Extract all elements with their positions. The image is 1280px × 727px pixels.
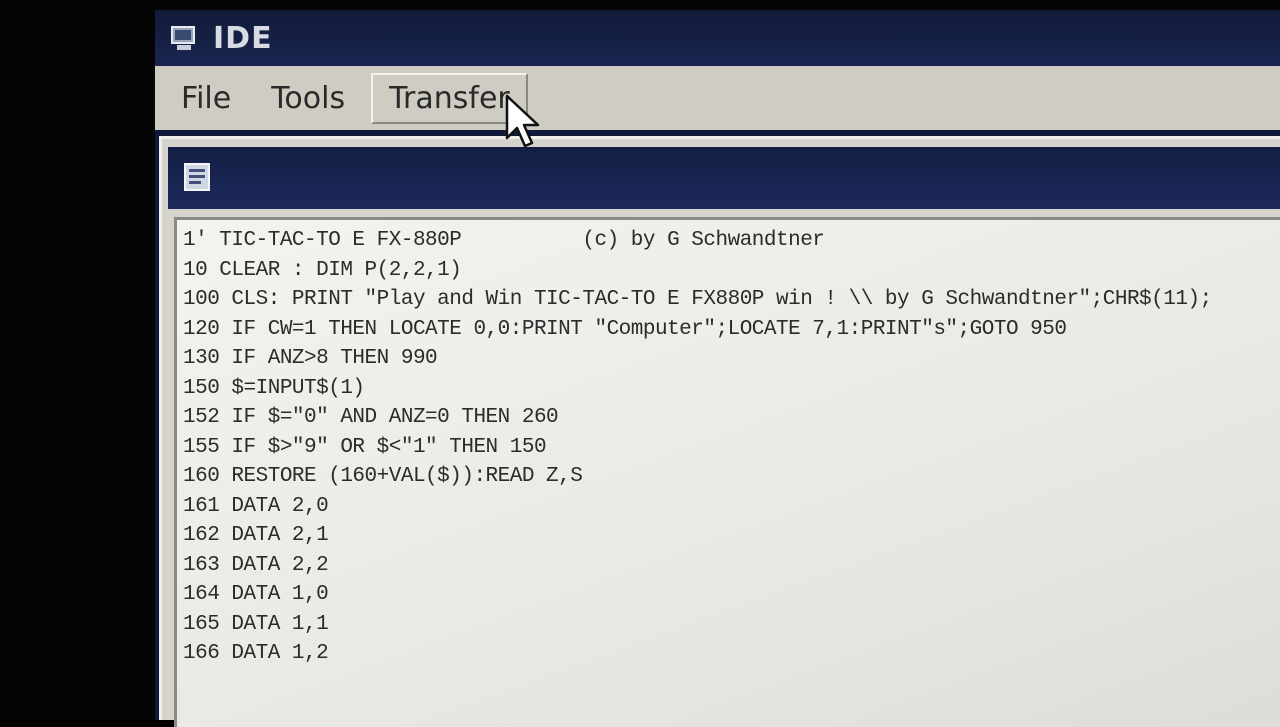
code-line: 163 DATA 2,2 [183, 553, 329, 577]
editor-titlebar [168, 147, 1280, 209]
mouse-pointer-icon [505, 94, 540, 148]
document-window-icon[interactable] [180, 159, 218, 197]
code-editor[interactable]: 1' TIC-TAC-TO E FX-880P (c) by G Schwand… [174, 217, 1280, 727]
code-line: 162 DATA 2,1 [183, 524, 329, 547]
code-line: 155 IF $>"9" OR $<"1" THEN 150 [183, 435, 547, 459]
code-line: 166 DATA 1,2 [183, 642, 329, 665]
menu-tools[interactable]: Tools [257, 73, 359, 124]
code-line: 120 IF CW=1 THEN LOCATE 0,0:PRINT "Compu… [183, 317, 1067, 341]
code-line: 165 DATA 1,1 [183, 612, 329, 636]
code-line: 100 CLS: PRINT "Play and Win TIC-TAC-TO … [183, 288, 1212, 311]
app-titlebar: IDE [155, 10, 1280, 66]
code-line: 160 RESTORE (160+VAL($)):READ Z,S [183, 465, 583, 488]
code-line: 1' TIC-TAC-TO E FX-880P (c) by G Schwand… [183, 229, 825, 252]
menu-bar: File Tools Transfer [155, 66, 1280, 130]
editor-window: 1' TIC-TAC-TO E FX-880P (c) by G Schwand… [159, 136, 1280, 727]
code-line: 10 CLEAR : DIM P(2,2,1) [183, 258, 462, 282]
code-line: 164 DATA 1,0 [183, 583, 329, 606]
code-line: 150 $=INPUT$(1) [183, 376, 365, 400]
app-title: IDE [213, 20, 273, 56]
code-line: 152 IF $="0" AND ANZ=0 THEN 260 [183, 406, 559, 429]
menu-file[interactable]: File [167, 73, 245, 124]
ide-window: IDE File Tools Transfer 1' TIC-TAC-TO E … [155, 10, 1280, 727]
computer-app-icon [171, 26, 195, 50]
code-line: 130 IF ANZ>8 THEN 990 [183, 347, 438, 370]
code-line: 161 DATA 2,0 [183, 494, 329, 518]
